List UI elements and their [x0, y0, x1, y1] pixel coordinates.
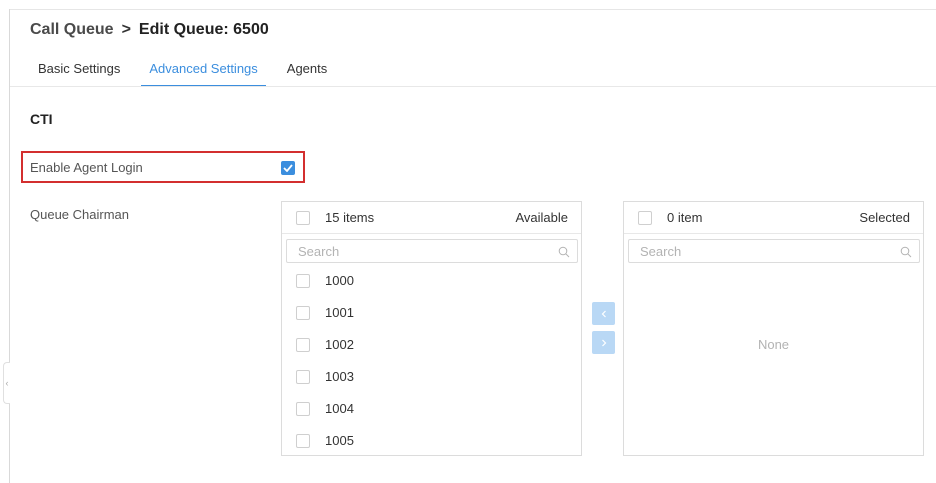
tab-bar: Basic Settings Advanced Settings Agents — [30, 54, 348, 87]
available-search-box — [286, 239, 578, 263]
available-search-input[interactable] — [287, 240, 542, 262]
tab-bar-divider — [10, 86, 936, 87]
chevron-right-icon — [601, 339, 606, 346]
list-item-label: 1002 — [325, 337, 354, 352]
list-item[interactable]: 1002 — [282, 330, 581, 360]
tab-basic-settings[interactable]: Basic Settings — [30, 54, 128, 86]
list-item-checkbox[interactable] — [296, 306, 310, 320]
section-title-cti: CTI — [30, 111, 53, 127]
breadcrumb-separator: > — [121, 21, 131, 38]
search-icon — [900, 246, 912, 258]
list-item[interactable]: 1003 — [282, 362, 581, 392]
search-icon — [558, 246, 570, 258]
tab-advanced-settings[interactable]: Advanced Settings — [141, 54, 267, 87]
selected-search-box — [628, 239, 920, 263]
enable-agent-login-checkbox[interactable] — [281, 161, 295, 175]
selected-search-input[interactable] — [629, 240, 884, 262]
selected-list-panel: 0 item Selected None — [623, 201, 924, 456]
list-item-label: 1005 — [325, 433, 354, 448]
list-item-label: 1003 — [325, 369, 354, 384]
page: ‹ Call Queue > Edit Queue: 6500 Basic Se… — [0, 0, 936, 483]
list-item[interactable]: 1005 — [282, 426, 581, 456]
breadcrumb-call-queue[interactable]: Call Queue — [30, 21, 114, 39]
list-item-label: 1001 — [325, 305, 354, 320]
page-title: Edit Queue: 6500 — [138, 21, 269, 38]
chevron-left-icon — [601, 310, 606, 317]
checkmark-icon — [283, 164, 293, 172]
available-list-header: 15 items Available — [282, 202, 581, 234]
tab-agents[interactable]: Agents — [279, 54, 335, 86]
breadcrumb: Call Queue > Edit Queue: 6500 — [30, 21, 269, 39]
move-to-right-button[interactable] — [592, 331, 615, 354]
selected-list-title: Selected — [859, 210, 910, 225]
list-item-checkbox[interactable] — [296, 370, 310, 384]
selected-empty-text: None — [757, 337, 790, 352]
list-item[interactable]: 1004 — [282, 394, 581, 424]
list-item[interactable]: 1001 — [282, 298, 581, 328]
available-count: 15 items — [325, 210, 375, 225]
enable-agent-login-label: Enable Agent Login — [30, 160, 143, 175]
content-frame-left-border — [9, 9, 10, 483]
selected-count: 0 item — [667, 210, 703, 225]
list-item[interactable]: 1000 — [282, 266, 581, 296]
move-to-left-button[interactable] — [592, 302, 615, 325]
available-list-panel: 15 items Available 1000 1001 1002 1003 — [281, 201, 582, 456]
selected-select-all-checkbox[interactable] — [638, 211, 652, 225]
available-list-title: Available — [515, 210, 568, 225]
list-item-checkbox[interactable] — [296, 338, 310, 352]
list-item-checkbox[interactable] — [296, 274, 310, 288]
list-item-checkbox[interactable] — [296, 402, 310, 416]
available-select-all-checkbox[interactable] — [296, 211, 310, 225]
sidebar-collapse-handle[interactable]: ‹ — [3, 362, 10, 404]
list-item-checkbox[interactable] — [296, 434, 310, 448]
content-frame-top-border — [9, 9, 936, 10]
selected-list-header: 0 item Selected — [624, 202, 923, 234]
queue-chairman-label: Queue Chairman — [30, 207, 129, 222]
list-item-label: 1000 — [325, 273, 354, 288]
list-item-label: 1004 — [325, 401, 354, 416]
